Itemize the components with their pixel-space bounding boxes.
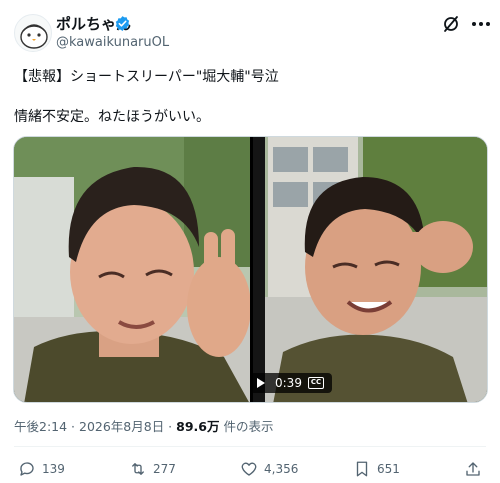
avatar-penguin-icon bbox=[20, 24, 48, 49]
repost-icon bbox=[132, 463, 144, 475]
media-container[interactable] bbox=[13, 136, 488, 403]
reply-button[interactable]: 139 bbox=[18, 458, 65, 480]
reply-icon bbox=[20, 462, 34, 476]
bookmark-button[interactable]: 651 bbox=[353, 458, 400, 480]
more-options-icon[interactable] bbox=[470, 14, 492, 34]
user-handle[interactable]: @kawaikunaruOL bbox=[56, 35, 169, 51]
media-photo-2[interactable] bbox=[253, 137, 488, 403]
grok-icon[interactable] bbox=[441, 14, 461, 34]
post-meta: 午後2:14 · 2026年8月8日 · 89.6万 件の表示 bbox=[14, 419, 273, 435]
closed-captions-icon[interactable]: CC bbox=[308, 377, 324, 389]
media-photo-1[interactable] bbox=[14, 137, 250, 403]
bookmark-count: 651 bbox=[377, 462, 400, 476]
bookmark-icon bbox=[356, 461, 368, 477]
view-count: 89.6万 bbox=[176, 419, 220, 434]
post-text-line-2: 情緒不安定。ねたほうがいい。 bbox=[14, 109, 210, 125]
verified-badge-icon bbox=[115, 16, 130, 31]
repost-count: 277 bbox=[153, 462, 176, 476]
like-count: 4,356 bbox=[264, 462, 299, 476]
share-icon bbox=[466, 462, 480, 476]
post-timestamp[interactable]: 午後2:14 · 2026年8月8日 · bbox=[14, 419, 176, 434]
view-count-suffix: 件の表示 bbox=[219, 419, 274, 434]
video-duration-badge[interactable]: 0:39 CC bbox=[250, 373, 332, 393]
post-text-line-1: 【悲報】ショートスリーパー"堀大輔"号泣 bbox=[14, 69, 279, 85]
share-button[interactable] bbox=[464, 458, 482, 480]
avatar[interactable] bbox=[14, 14, 52, 52]
like-button[interactable]: 4,356 bbox=[240, 458, 298, 480]
repost-button[interactable]: 277 bbox=[129, 458, 176, 480]
divider bbox=[14, 446, 486, 447]
heart-icon bbox=[241, 462, 257, 476]
video-duration: 0:39 bbox=[275, 376, 302, 390]
play-icon[interactable] bbox=[257, 378, 265, 388]
reply-count: 139 bbox=[42, 462, 65, 476]
